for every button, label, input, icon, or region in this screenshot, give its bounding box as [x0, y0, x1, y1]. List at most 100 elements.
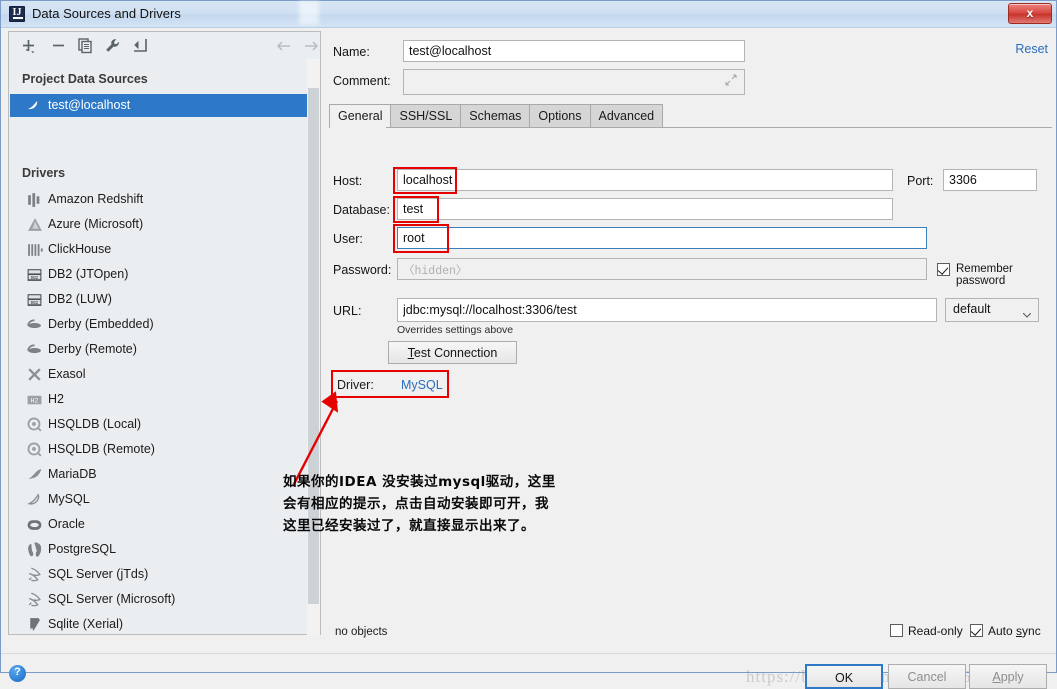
driver-row-sql-server-microsoft[interactable]: SQL Server (Microsoft) — [10, 587, 307, 612]
driver-label: SQL Server (jTds) — [48, 567, 149, 581]
mariadb-icon — [28, 469, 42, 479]
driver-row-amazon-redshift[interactable]: Amazon Redshift — [10, 187, 307, 212]
port-label: Port: — [907, 174, 934, 188]
driver-row-oracle[interactable]: Oracle — [10, 512, 307, 537]
ok-button[interactable]: OK — [805, 664, 883, 689]
tab-label: General — [338, 109, 383, 123]
redshift-icon — [28, 193, 40, 207]
driver-row-derby-embedded[interactable]: Derby (Embedded) — [10, 312, 307, 337]
driver-label: DB2 (LUW) — [48, 292, 112, 306]
name-label: Name: — [333, 45, 370, 59]
tab-ssh-ssl[interactable]: SSH/SSL — [390, 104, 461, 128]
annotation-line-3: 这里已经安装过了，就直接显示出来了。 — [283, 518, 535, 534]
exasol-icon — [28, 368, 41, 381]
cancel-button[interactable]: Cancel — [888, 664, 966, 689]
apply-label: Apply — [992, 670, 1024, 684]
title-bar: IJ Data Sources and Drivers x — [1, 1, 1056, 28]
sqlserver-icon — [28, 567, 41, 582]
sidebar-scrollbar[interactable] — [307, 59, 320, 635]
tab-general[interactable]: General — [329, 104, 391, 128]
remove-icon[interactable] — [49, 36, 69, 56]
h2-icon: H2 — [27, 395, 42, 405]
ok-label: OK — [834, 671, 854, 685]
driver-row-db2-luw[interactable]: DB2 DB2 (LUW) — [10, 287, 307, 312]
read-only-checkbox[interactable] — [890, 624, 903, 637]
arrow-left-icon[interactable] — [275, 37, 293, 55]
name-input[interactable] — [403, 40, 745, 62]
driver-label: Derby (Embedded) — [48, 317, 154, 331]
tab-schemas[interactable]: Schemas — [460, 104, 530, 128]
db2-icon: DB2 — [27, 269, 42, 281]
driver-label: SQL Server (Microsoft) — [48, 592, 176, 606]
wrench-icon[interactable] — [103, 36, 123, 56]
copy-icon[interactable] — [76, 36, 96, 56]
url-input[interactable] — [397, 298, 937, 322]
tab-underline — [329, 127, 1052, 128]
driver-row-hsqldb-local[interactable]: HSQLDB (Local) — [10, 412, 307, 437]
mysql-icon — [27, 493, 40, 505]
intellij-idea-icon: IJ — [9, 6, 25, 22]
objects-status: no objects — [335, 626, 388, 638]
driver-label: MySQL — [48, 492, 90, 506]
overrides-note: Overrides settings above — [397, 324, 514, 336]
hsqldb-icon — [27, 417, 42, 432]
driver-row-sqlite-xerial[interactable]: Sqlite (Xerial) — [10, 612, 307, 637]
database-input[interactable] — [397, 198, 893, 220]
remember-password-checkbox[interactable] — [937, 263, 950, 276]
host-input[interactable] — [397, 169, 893, 191]
add-icon[interactable] — [19, 36, 39, 56]
window-title: Data Sources and Drivers — [32, 6, 181, 21]
dialog-window: IJ Data Sources and Drivers x Project Da… — [0, 0, 1057, 689]
mysql-icon — [26, 98, 42, 114]
tab-active-mask — [330, 127, 386, 129]
auto-sync-label: Auto sync — [988, 624, 1041, 638]
sidebar-item-test-localhost[interactable]: test@localhost — [10, 94, 307, 117]
connection-settings-panel: Name: Reset Comment: General SSH/SSL Schem… — [325, 28, 1056, 672]
azure-icon — [28, 218, 42, 231]
driver-row-azure-microsoft[interactable]: Azure (Microsoft) — [10, 212, 307, 237]
password-placeholder: 〈hidden〉 — [403, 265, 468, 278]
driver-label: Derby (Remote) — [48, 342, 137, 356]
port-input[interactable] — [943, 169, 1037, 191]
tab-options[interactable]: Options — [529, 104, 590, 128]
driver-row-postgresql[interactable]: PostgreSQL — [10, 537, 307, 562]
remember-password-label: Remember password — [956, 263, 1013, 287]
driver-label: DB2 (JTOpen) — [48, 267, 129, 281]
driver-row-mariadb[interactable]: MariaDB — [10, 462, 307, 487]
driver-row-sql-server-jtds[interactable]: SQL Server (jTds) — [10, 562, 307, 587]
project-data-sources-header: Project Data Sources — [22, 72, 148, 86]
tab-label: Schemas — [469, 109, 522, 123]
tab-advanced[interactable]: Advanced — [589, 104, 664, 128]
url-label: URL: — [333, 304, 362, 318]
comment-label: Comment: — [333, 74, 391, 88]
driver-row-h2[interactable]: H2 H2 — [10, 387, 307, 412]
driver-value-link[interactable]: MySQL — [401, 378, 443, 392]
driver-row-exasol[interactable]: Exasol — [10, 362, 307, 387]
driver-row-clickhouse[interactable]: ClickHouse — [10, 237, 307, 262]
close-button[interactable]: x — [1008, 3, 1052, 24]
sidebar-toolbar — [9, 32, 320, 59]
tab-label: Options — [538, 109, 582, 123]
url-mode-select[interactable]: default — [945, 298, 1039, 322]
driver-row-hsqldb-remote[interactable]: HSQLDB (Remote) — [10, 437, 307, 462]
auto-sync-checkbox[interactable] — [970, 624, 983, 637]
user-input[interactable] — [397, 227, 927, 249]
import-icon[interactable] — [130, 36, 150, 56]
driver-row-db2-jtopen[interactable]: DB2 DB2 (JTOpen) — [10, 262, 307, 287]
comment-input[interactable] — [403, 69, 745, 95]
driver-row-derby-remote[interactable]: Derby (Remote) — [10, 337, 307, 362]
expand-icon[interactable] — [725, 74, 737, 86]
sqlite-icon — [30, 618, 40, 631]
arrow-right-icon[interactable] — [302, 37, 320, 55]
test-connection-button[interactable]: Test Connection — [388, 341, 517, 364]
tab-label: SSH/SSL — [399, 109, 453, 123]
sqlserver-icon — [28, 592, 41, 607]
driver-label: HSQLDB (Local) — [48, 417, 142, 431]
help-icon: ? — [14, 666, 21, 678]
help-button[interactable]: ? — [9, 665, 26, 682]
password-input[interactable] — [397, 258, 927, 280]
driver-label: HSQLDB (Remote) — [48, 442, 155, 456]
reset-link[interactable]: Reset — [1015, 42, 1048, 56]
driver-row-mysql[interactable]: MySQL — [10, 487, 307, 512]
apply-button[interactable]: Apply — [969, 664, 1047, 689]
